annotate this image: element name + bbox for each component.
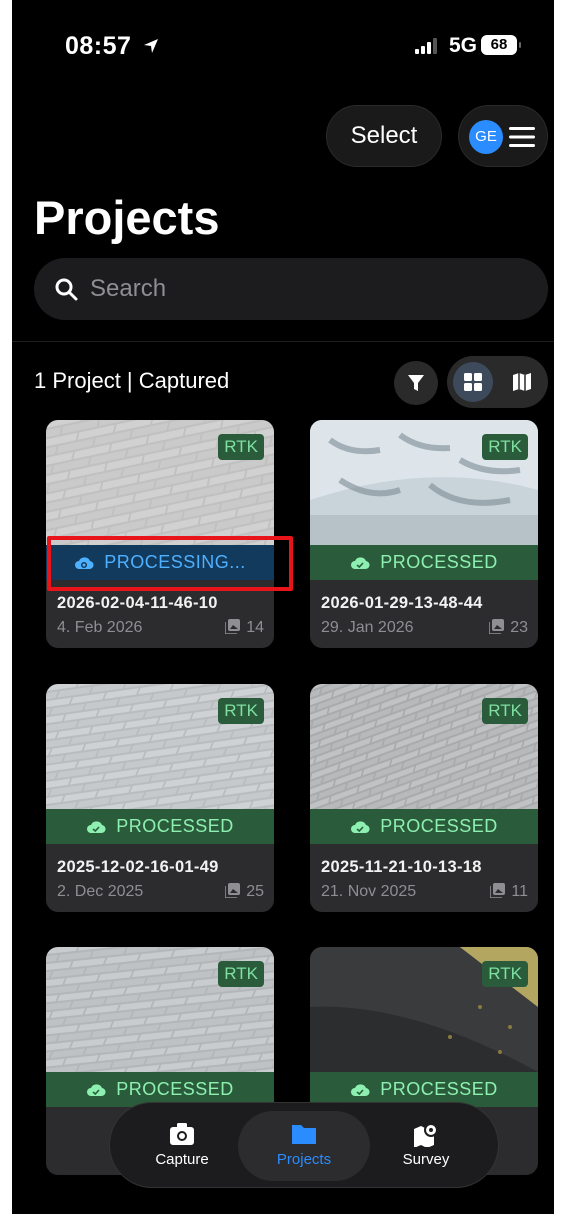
page-title: Projects (34, 191, 220, 244)
project-date: 2. Dec 2025 (57, 883, 144, 900)
project-date: 29. Jan 2026 (321, 619, 414, 636)
cloud-check-icon (87, 821, 106, 834)
search-icon (55, 278, 78, 301)
project-date: 4. Feb 2026 (57, 619, 143, 636)
processed-status: PROCESSED (46, 809, 274, 844)
rtk-badge: RTK (218, 961, 264, 987)
tab-survey[interactable]: Survey (360, 1111, 492, 1181)
status-label: PROCESSED (116, 1079, 234, 1099)
photo-count-value: 11 (511, 883, 528, 900)
project-card[interactable]: RTK PROCESSING... 2026-02-04-11-46-10 4.… (46, 420, 274, 648)
rtk-badge: RTK (482, 434, 528, 460)
project-name: 2025-12-02-16-01-49 (57, 858, 219, 876)
status-label: PROCESSED (116, 816, 234, 836)
filter-icon (408, 375, 424, 391)
status-bar: 08:57 5G 68 (12, 32, 554, 62)
project-name: 2025-11-21-10-13-18 (321, 858, 482, 876)
photo-count-value: 25 (246, 883, 264, 900)
avatar: GE (469, 120, 503, 154)
map-icon (513, 373, 531, 391)
select-button[interactable]: Select (326, 105, 442, 167)
photo-count: 11 (489, 883, 528, 901)
project-date: 21. Nov 2025 (321, 883, 417, 900)
photo-count: 25 (224, 883, 264, 901)
account-menu-button[interactable]: GE (458, 105, 548, 167)
view-toggle (447, 356, 548, 408)
signal-icon (415, 38, 437, 54)
tab-projects[interactable]: Projects (238, 1111, 370, 1181)
clock: 08:57 (65, 32, 159, 61)
processed-status: PROCESSED (310, 809, 538, 844)
processing-status: PROCESSING... (46, 545, 274, 580)
project-card[interactable]: RTK PROCESSED 2025-12-02-16-01-49 2. Dec… (46, 684, 274, 912)
divider (12, 341, 554, 342)
cloud-sync-icon (75, 557, 94, 570)
folder-icon (292, 1125, 316, 1144)
tab-label: Survey (402, 1151, 450, 1168)
photo-count: 23 (488, 619, 528, 637)
photos-icon (224, 883, 241, 899)
rtk-badge: RTK (218, 698, 264, 724)
photos-icon (489, 883, 506, 899)
cloud-check-icon (351, 557, 370, 570)
location-arrow-icon (143, 39, 158, 53)
network-type: 5G (449, 34, 478, 57)
search-bar[interactable] (34, 258, 548, 320)
project-summary: 1 Project | Captured (34, 368, 230, 393)
processed-status: PROCESSED (310, 545, 538, 580)
camera-icon (170, 1123, 194, 1145)
cloud-check-icon (351, 1084, 370, 1097)
battery-icon: 68 (481, 35, 521, 55)
tab-label: Projects (276, 1151, 332, 1168)
rtk-badge: RTK (482, 961, 528, 987)
photo-count: 14 (224, 619, 264, 637)
map-view-button[interactable] (502, 362, 542, 402)
filter-button[interactable] (394, 361, 438, 405)
search-input[interactable] (90, 258, 530, 320)
app-screen: 08:57 5G 68 Select GE Projects 1 Project… (12, 0, 554, 1214)
status-label: PROCESSED (380, 816, 498, 836)
map-pin-icon (414, 1123, 438, 1147)
battery-level: 68 (490, 36, 508, 53)
rtk-badge: RTK (218, 434, 264, 460)
grid-icon (464, 373, 482, 391)
project-name: 2026-01-29-13-48-44 (321, 594, 483, 612)
tab-capture[interactable]: Capture (116, 1111, 248, 1181)
clock-time: 08:57 (65, 32, 132, 60)
status-label: PROCESSED (380, 1079, 498, 1099)
cloud-check-icon (87, 1084, 106, 1097)
project-name: 2026-02-04-11-46-10 (57, 594, 218, 612)
photo-count-value: 23 (510, 619, 528, 636)
status-label: PROCESSING... (104, 552, 246, 572)
cloud-check-icon (351, 821, 370, 834)
photos-icon (488, 619, 505, 635)
photo-count-value: 14 (246, 619, 264, 636)
hamburger-menu-icon (509, 127, 535, 147)
tab-label: Capture (155, 1151, 209, 1168)
project-card[interactable]: RTK PROCESSED 2025-11-21-10-13-18 21. No… (310, 684, 538, 912)
photos-icon (224, 619, 241, 635)
project-card[interactable]: RTK PROCESSED 2026-01-29-13-48-44 29. Ja… (310, 420, 538, 648)
status-label: PROCESSED (380, 552, 498, 572)
bottom-tab-bar: Capture Projects Survey (109, 1102, 499, 1188)
grid-view-button[interactable] (453, 362, 493, 402)
rtk-badge: RTK (482, 698, 528, 724)
